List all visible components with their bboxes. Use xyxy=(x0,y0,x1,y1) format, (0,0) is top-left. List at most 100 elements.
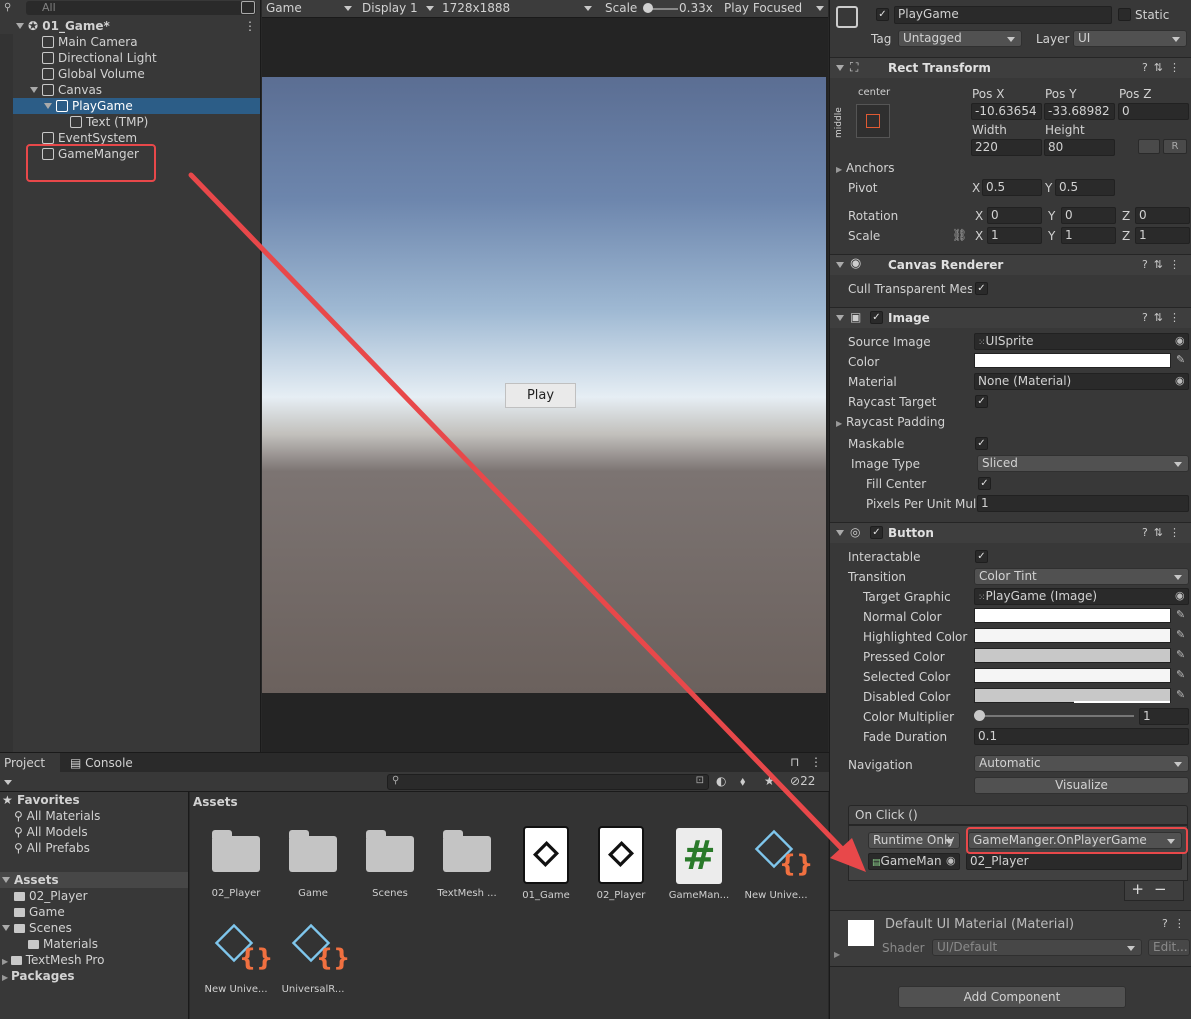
image-header[interactable]: ▣ ✓ Image ?⇅⋮ xyxy=(830,307,1191,328)
eyedropper-icon[interactable]: ✎ xyxy=(1176,354,1188,366)
filter-type-icon[interactable]: ◐ xyxy=(716,774,726,788)
foldout-arrow-icon[interactable] xyxy=(836,65,844,71)
lock-icon[interactable]: ⊓ xyxy=(790,755,799,769)
argument-field[interactable]: 02_Player xyxy=(966,853,1182,870)
object-picker-icon[interactable]: ◉ xyxy=(1175,590,1187,602)
shader-dropdown[interactable]: UI/Default xyxy=(932,939,1142,956)
object-picker-icon[interactable]: ◉ xyxy=(1175,375,1187,387)
pivot-y-field[interactable]: 0.5 xyxy=(1055,179,1115,196)
tree-folder[interactable]: Materials xyxy=(28,936,98,952)
expand-arrow-icon[interactable] xyxy=(2,877,10,883)
pressed-color-swatch[interactable] xyxy=(974,648,1171,663)
pivot-x-field[interactable]: 0.5 xyxy=(982,179,1042,196)
scale-y-field[interactable]: 1 xyxy=(1061,227,1116,244)
posz-field[interactable]: 0 xyxy=(1118,103,1189,120)
favorite-icon[interactable]: ★ xyxy=(764,774,775,788)
expand-arrow-icon[interactable] xyxy=(44,103,52,109)
favorite-item[interactable]: ⚲ All Prefabs xyxy=(14,840,90,856)
project-search-input[interactable]: ⚲ ⊡ xyxy=(387,774,709,790)
assets-row[interactable]: Assets xyxy=(2,872,59,888)
visualize-button[interactable]: Visualize xyxy=(974,777,1189,794)
eyedropper-icon[interactable]: ✎ xyxy=(1176,649,1188,661)
transition-dropdown[interactable]: Color Tint xyxy=(974,568,1189,585)
ppu-field[interactable]: 1 xyxy=(977,495,1189,512)
play-game-button[interactable]: Play xyxy=(505,383,576,408)
cull-checkbox[interactable]: ✓ xyxy=(975,282,988,295)
component-header-icons[interactable]: ?⇅⋮ xyxy=(1142,526,1186,539)
tree-folder[interactable]: Game xyxy=(14,904,65,920)
source-image-field[interactable]: ⁙UISprite xyxy=(974,333,1189,350)
blueprint-mode-button[interactable] xyxy=(1138,139,1160,154)
asset-render-pipeline[interactable]: {} UniversalR... xyxy=(277,922,350,995)
gameobject-icon[interactable] xyxy=(836,6,858,28)
normal-color-swatch[interactable] xyxy=(974,608,1171,623)
asset-folder[interactable]: 02_Player xyxy=(200,828,272,899)
highlighted-color-swatch[interactable] xyxy=(974,628,1171,643)
create-dropdown-icon[interactable] xyxy=(4,780,12,785)
eyedropper-icon[interactable]: ✎ xyxy=(1176,629,1188,641)
foldout-arrow-icon[interactable] xyxy=(836,262,844,268)
active-checkbox[interactable]: ✓ xyxy=(876,8,889,21)
image-enabled-checkbox[interactable]: ✓ xyxy=(870,311,883,324)
asset-script[interactable]: # GameMan... xyxy=(663,828,735,901)
posx-field[interactable]: -10.63654 xyxy=(971,103,1042,120)
posy-field[interactable]: -33.68982 xyxy=(1044,103,1115,120)
scene-menu-icon[interactable]: ⋮ xyxy=(244,19,256,33)
eyedropper-icon[interactable]: ✎ xyxy=(1176,609,1188,621)
hierarchy-item[interactable]: Text (TMP) xyxy=(70,114,148,130)
raycast-checkbox[interactable]: ✓ xyxy=(975,395,988,408)
scale-slider-handle[interactable] xyxy=(643,3,653,13)
search-icon[interactable]: ⚲ xyxy=(4,2,11,13)
hierarchy-item[interactable]: Global Volume xyxy=(42,66,145,82)
tab-project[interactable]: Project xyxy=(0,753,60,773)
resolution-dropdown[interactable]: 1728x1888 xyxy=(442,0,592,17)
rect-transform-header[interactable]: ⛶ Rect Transform ?⇅⋮ xyxy=(830,57,1191,78)
asset-render-pipeline[interactable]: {} New Unive... xyxy=(200,922,273,995)
object-picker-icon[interactable]: ◉ xyxy=(946,855,958,867)
canvas-renderer-header[interactable]: ◉ Canvas Renderer ?⇅⋮ xyxy=(830,254,1191,275)
favorite-item[interactable]: ⚲ All Models xyxy=(14,824,88,840)
add-remove-buttons[interactable]: +− xyxy=(1124,881,1184,901)
game-view-dropdown[interactable]: Game xyxy=(266,0,352,17)
button-enabled-checkbox[interactable]: ✓ xyxy=(870,526,883,539)
asset-folder[interactable]: Scenes xyxy=(354,828,426,899)
hidden-count[interactable]: ⊘22 xyxy=(790,774,815,788)
asset-render-pipeline[interactable]: {} New Unive... xyxy=(740,828,813,901)
multiplier-field[interactable]: 1 xyxy=(1139,708,1189,725)
material-header-icons[interactable]: ?⋮ xyxy=(1162,917,1191,930)
static-checkbox[interactable] xyxy=(1118,8,1131,21)
search-options-icon[interactable]: ⊡ xyxy=(696,775,704,786)
navigation-dropdown[interactable]: Automatic xyxy=(974,755,1189,772)
foldout-arrow-icon[interactable] xyxy=(836,315,844,321)
hierarchy-item[interactable]: Main Camera xyxy=(42,34,138,50)
scale-z-field[interactable]: 1 xyxy=(1135,227,1190,244)
expand-arrow-icon[interactable] xyxy=(30,87,38,93)
component-header-icons[interactable]: ?⇅⋮ xyxy=(1142,61,1186,74)
tree-folder[interactable]: Scenes xyxy=(2,920,72,936)
foldout-arrow-icon[interactable]: ▶ xyxy=(834,950,840,959)
expand-arrow-icon[interactable] xyxy=(16,23,24,29)
eyedropper-icon[interactable]: ✎ xyxy=(1176,689,1188,701)
asset-scene[interactable]: 01_Game xyxy=(510,826,582,901)
display-dropdown[interactable]: Display 1 xyxy=(362,0,434,17)
rotation-y-field[interactable]: 0 xyxy=(1061,207,1116,224)
scene-row[interactable]: ✪ 01_Game* xyxy=(16,18,110,34)
raw-edit-button[interactable]: R xyxy=(1163,139,1187,154)
target-graphic-field[interactable]: ⁙PlayGame (Image) xyxy=(974,588,1189,605)
interactable-checkbox[interactable]: ✓ xyxy=(975,550,988,563)
color-swatch[interactable] xyxy=(974,353,1171,368)
eyedropper-icon[interactable]: ✎ xyxy=(1176,669,1188,681)
hierarchy-item[interactable]: Canvas xyxy=(30,82,102,98)
favorites-row[interactable]: ★ Favorites xyxy=(2,792,80,808)
hierarchy-search-input[interactable]: All xyxy=(26,1,256,15)
maskable-checkbox[interactable]: ✓ xyxy=(975,437,988,450)
tag-dropdown[interactable]: Untagged xyxy=(898,30,1022,47)
selected-color-swatch[interactable] xyxy=(974,668,1171,683)
image-type-dropdown[interactable]: Sliced xyxy=(977,455,1189,472)
tab-console[interactable]: ▤ Console xyxy=(70,753,133,773)
tree-folder[interactable]: ▶ TextMesh Pro xyxy=(2,952,104,968)
runtime-dropdown[interactable]: Runtime Only xyxy=(868,832,960,849)
width-field[interactable]: 220 xyxy=(971,139,1042,156)
layer-dropdown[interactable]: UI xyxy=(1073,30,1187,47)
expand-arrow-icon[interactable] xyxy=(2,925,10,931)
